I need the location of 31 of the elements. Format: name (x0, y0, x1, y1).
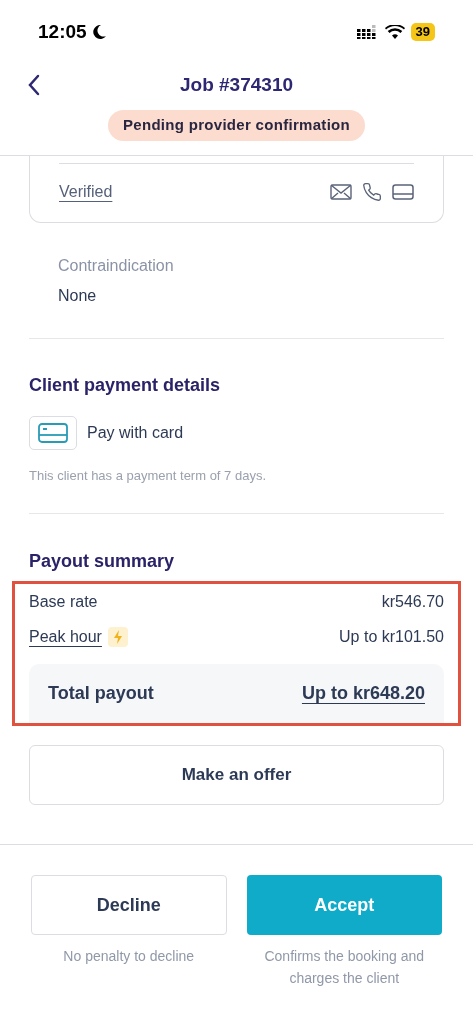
mail-icon[interactable] (330, 183, 352, 200)
section-heading: Payout summary (29, 550, 176, 573)
back-icon (26, 73, 42, 97)
peak-hour-link[interactable]: Peak hour (29, 624, 102, 649)
battery-indicator: 39 (410, 23, 435, 41)
line-label: Base rate (29, 591, 98, 612)
decline-button[interactable]: Decline (31, 875, 227, 935)
field-label: Contraindication (58, 255, 175, 276)
offer-button[interactable]: Make an offer (29, 745, 444, 805)
button-caption: Confirms the booking and charges the client (263, 947, 425, 988)
signal-icon (356, 25, 379, 39)
card-icon (29, 415, 77, 450)
status-badge: Pending provider confirmation (107, 110, 366, 141)
payment-method: Pay with card (87, 422, 184, 443)
phone-icon[interactable] (362, 181, 382, 202)
line-amount: Up to kr101.50 (339, 626, 444, 647)
field-value: None (58, 285, 98, 306)
wifi-icon (384, 24, 405, 40)
card-icon[interactable] (392, 183, 414, 200)
verified-link[interactable]: Verified (59, 179, 113, 204)
moon-icon (90, 24, 107, 40)
button-caption: No penalty to decline (62, 947, 196, 966)
page-title: Job #374310 (180, 72, 293, 97)
clock-time: 12:05 (38, 19, 87, 44)
total-amount-link[interactable]: Up to kr648.20 (301, 680, 425, 707)
total-label: Total payout (48, 682, 154, 705)
lightning-icon (107, 626, 128, 647)
section-heading: Client payment details (29, 373, 222, 397)
back-button[interactable] (26, 73, 42, 97)
payment-note: This client has a payment term of 7 days. (29, 466, 267, 485)
line-amount: kr546.70 (381, 591, 444, 612)
